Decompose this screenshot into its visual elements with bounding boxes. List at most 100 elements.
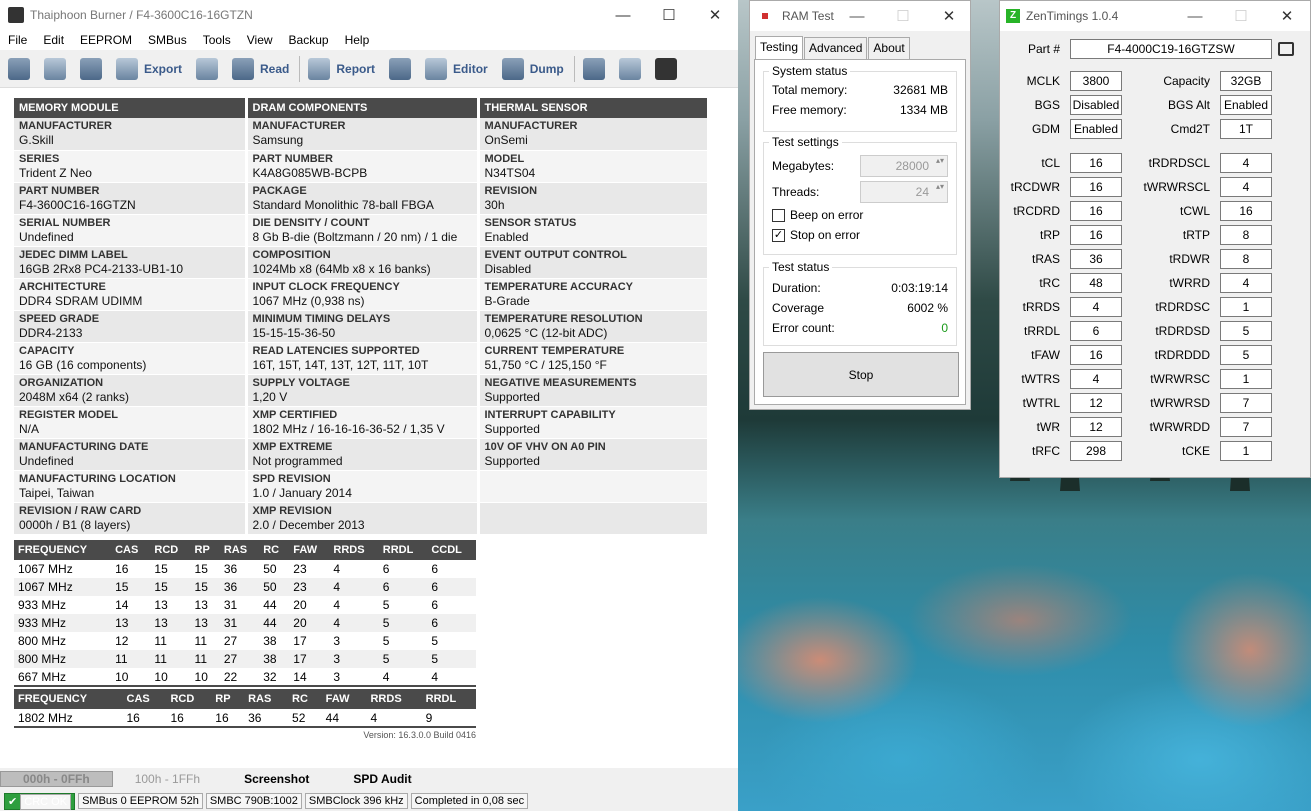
timing-cell: 16	[122, 709, 167, 728]
maximize-button[interactable]: ☐	[646, 0, 692, 30]
close-button[interactable]: ✕	[926, 1, 972, 31]
monitor-button[interactable]	[654, 57, 677, 80]
report-button[interactable]: Report	[308, 57, 375, 80]
spd-cell: CAPACITY 16 GB (16 components)	[14, 342, 248, 375]
spd-cell: MANUFACTURER G.Skill	[14, 118, 248, 151]
menu-tools[interactable]: Tools	[195, 33, 239, 47]
megabytes-stepper[interactable]: 28000	[860, 155, 948, 177]
tab-about[interactable]: About	[868, 37, 910, 60]
timing-cell: 15	[150, 578, 191, 596]
timing-cell: 16	[166, 709, 212, 728]
copy-button[interactable]	[618, 57, 641, 80]
menu-edit[interactable]: Edit	[35, 33, 72, 47]
spd-field-label: TEMPERATURE RESOLUTION	[484, 312, 643, 325]
title-bar[interactable]: Thaiphoon Burner / F4-3600C16-16GTZN — ☐…	[0, 0, 738, 30]
tab-testing[interactable]: Testing	[755, 36, 804, 59]
spd-row: MANUFACTURER G.Skill MANUFACTURER Samsung MA…	[14, 118, 710, 151]
menu-eeprom[interactable]: EEPROM	[72, 33, 140, 47]
xmp-timings-table: FREQUENCY CAS RCD RP RAS RC FAW RRDS RRDL 1802 M…	[14, 689, 476, 728]
spd-field-label: DIE DENSITY / COUNT	[252, 216, 370, 229]
zen-row-right: BGS Alt Enabled	[1130, 95, 1272, 115]
maximize-button: ☐	[896, 8, 910, 25]
zen-value: 1T	[1220, 119, 1272, 139]
threads-value: 24	[915, 185, 929, 199]
spd-field-label: SERIES	[19, 152, 60, 165]
spd-field-value: Undefined	[19, 453, 74, 468]
timing-cell: 9	[421, 709, 476, 728]
timings-panel: Part # F4-4000C19-16GTZSW MCLK 3800 Capaci…	[1000, 31, 1310, 477]
settings-button[interactable]	[8, 57, 30, 80]
timing-header: CAS	[111, 540, 151, 560]
spd-field-label: MANUFACTURER	[484, 120, 578, 132]
camera-icon[interactable]	[1278, 42, 1294, 56]
close-button[interactable]: ✕	[1264, 1, 1310, 31]
read-button[interactable]: Read	[232, 57, 289, 80]
spd-field-label: XMP EXTREME	[252, 440, 333, 453]
zen-label: tRRDS	[1022, 300, 1060, 314]
timing-row: 933 MHz 13 13 13 31 44 20 4 5 6	[14, 614, 476, 632]
dump-button[interactable]: Dump	[501, 57, 564, 80]
menu-backup[interactable]: Backup	[281, 33, 337, 47]
menu-help[interactable]: Help	[337, 33, 378, 47]
timing-cell: 11	[190, 650, 220, 668]
close-button[interactable]: ✕	[692, 0, 738, 30]
minimize-button[interactable]: —	[834, 1, 880, 31]
spd-field-value: 1.0 / January 2014	[252, 485, 352, 500]
spd-cell: REVISION 30h	[478, 182, 710, 215]
editor-button[interactable]: Editor	[425, 57, 488, 80]
spd-field-value: Supported	[484, 453, 540, 468]
beep-on-error-checkbox[interactable]: Beep on error	[764, 205, 956, 225]
zen-value: Enabled	[1070, 119, 1122, 139]
save-button[interactable]	[80, 57, 102, 80]
threads-stepper[interactable]: 24	[860, 181, 948, 203]
spd-cell	[478, 470, 710, 503]
open-button[interactable]	[44, 57, 66, 80]
minimize-button[interactable]: —	[1172, 1, 1218, 31]
tab-100h[interactable]: 100h - 1FFh	[113, 772, 222, 786]
version-label: Version: 16.3.0.0 Build 0416	[363, 730, 476, 740]
zen-row-left: tRP 16	[1000, 225, 1122, 245]
tab-advanced[interactable]: Advanced	[804, 37, 868, 60]
timing-header: RRDL	[421, 689, 476, 709]
timing-cell: 23	[289, 578, 330, 596]
tools-button[interactable]	[389, 57, 412, 80]
stop-button[interactable]: Stop	[763, 352, 959, 397]
timing-header: RC	[259, 540, 290, 560]
tab-screenshot[interactable]: Screenshot	[222, 772, 331, 786]
spd-cell: SENSOR STATUS Enabled	[478, 214, 710, 247]
toolbar: Export Read Report Editor Dump	[0, 50, 738, 88]
spd-cell: SPEED GRADE DDR4-2133	[14, 310, 248, 343]
timing-header: RAS	[219, 540, 260, 560]
zen-label: tRRDL	[1023, 324, 1060, 338]
timing-cell: 5	[378, 614, 428, 632]
spd-field-value: Supported	[484, 421, 540, 436]
timing-cell: 1802 MHz	[14, 709, 123, 728]
timing-cell: 4	[333, 598, 341, 612]
minimize-button[interactable]: —	[600, 0, 646, 30]
zen-label: tWRWRSCL	[1143, 180, 1210, 194]
title-bar[interactable]: Z ZenTimings 1.0.4 — ☐ ✕	[1000, 1, 1310, 31]
menu-view[interactable]: View	[239, 33, 281, 47]
part-number-field[interactable]: F4-4000C19-16GTZSW	[1070, 39, 1272, 59]
title-bar[interactable]: RAM Test — ☐ ✕	[750, 1, 970, 31]
timing-header: CAS	[122, 689, 167, 709]
spd-cell: MODEL N34TS04	[478, 150, 710, 183]
spd-field-value: 1067 MHz (0,938 ns)	[252, 293, 365, 308]
zen-label: tWTRL	[1022, 396, 1060, 410]
tab-000h[interactable]: 000h - 0FFh	[0, 771, 113, 787]
spd-field-label: SPD REVISION	[252, 472, 331, 485]
menu-file[interactable]: File	[0, 33, 35, 47]
stop-on-error-checkbox[interactable]: ✓ Stop on error	[764, 225, 956, 245]
screenshot-button[interactable]	[582, 57, 605, 80]
timing-cell: 6	[431, 562, 439, 576]
timing-cell: 52	[288, 709, 322, 728]
export-button[interactable]: Export	[116, 57, 182, 80]
grid-icon	[501, 57, 524, 80]
lock-button[interactable]	[196, 57, 219, 80]
spd-field-value: F4-3600C16-16GTZN	[19, 197, 136, 212]
spd-field-value: 0000h / B1 (8 layers)	[19, 517, 131, 532]
spd-cell: 10V OF VHV ON A0 PIN Supported	[478, 438, 710, 471]
menu-smbus[interactable]: SMBus	[140, 33, 195, 47]
spd-field-label: PART NUMBER	[19, 184, 100, 197]
tab-spd-audit[interactable]: SPD Audit	[331, 772, 433, 786]
